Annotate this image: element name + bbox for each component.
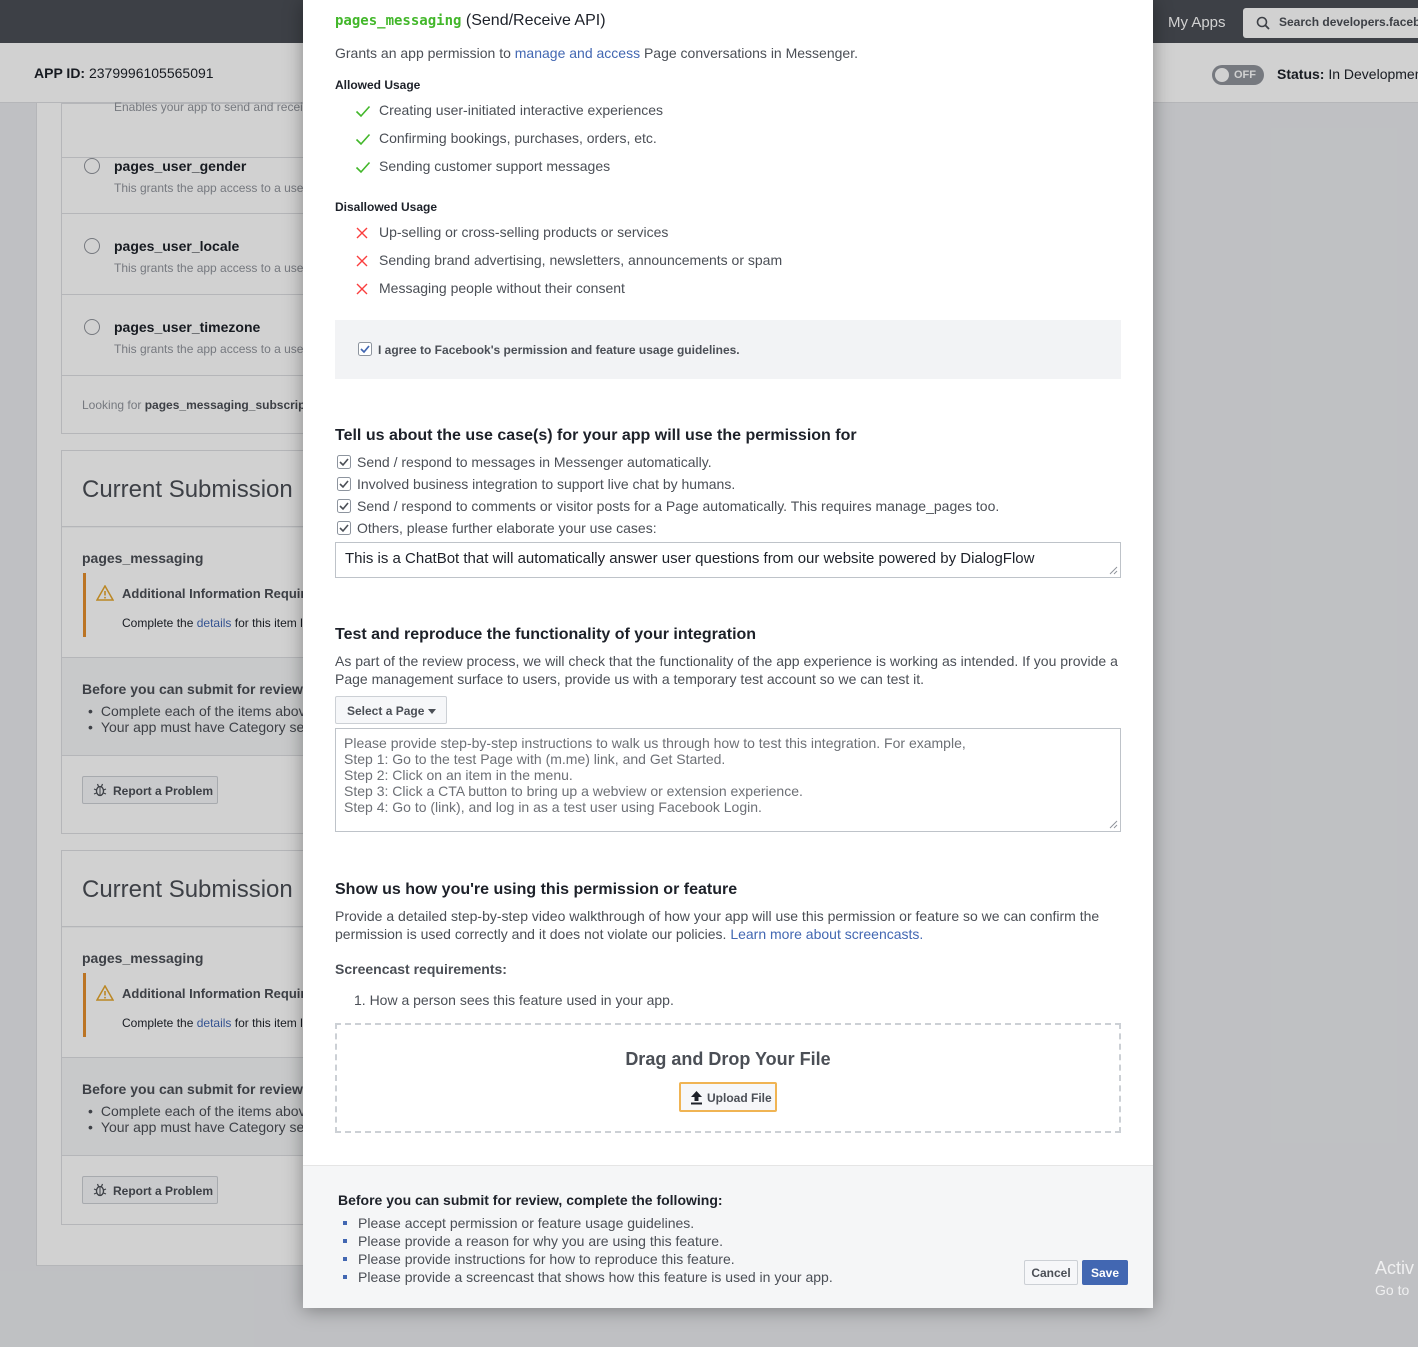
use-case-checkbox[interactable] bbox=[337, 499, 351, 513]
agree-label: I agree to Facebook's permission and fea… bbox=[378, 343, 740, 357]
use-case-checkbox[interactable] bbox=[337, 521, 351, 535]
permission-review-dialog: pages_messaging (Send/Receive API) Grant… bbox=[303, 0, 1153, 1308]
check-icon bbox=[355, 105, 371, 118]
resize-handle-icon[interactable] bbox=[1109, 566, 1118, 575]
upload-icon bbox=[691, 1091, 702, 1105]
screencast-requirements-label: Screencast requirements: bbox=[335, 961, 507, 977]
list-item: Please accept permission or feature usag… bbox=[343, 1214, 833, 1232]
check-icon bbox=[355, 161, 371, 174]
file-drop-zone[interactable]: Drag and Drop Your File Upload File bbox=[335, 1023, 1121, 1133]
cancel-button[interactable]: Cancel bbox=[1024, 1260, 1078, 1285]
disallowed-usage-label: Disallowed Usage bbox=[335, 200, 438, 214]
test-instructions-textarea[interactable]: Please provide step-by-step instructions… bbox=[335, 728, 1121, 832]
windows-activation-watermark: Activ Go to bbox=[1375, 1258, 1415, 1298]
cross-icon bbox=[356, 283, 368, 295]
screencast-description: Provide a detailed step-by-step video wa… bbox=[335, 908, 1100, 942]
drop-zone-title: Drag and Drop Your File bbox=[625, 1049, 831, 1069]
permission-title: pages_messaging (Send/Receive API) bbox=[335, 12, 606, 29]
check-icon bbox=[355, 133, 371, 146]
cross-icon bbox=[356, 255, 368, 267]
resize-handle-icon[interactable] bbox=[1109, 820, 1118, 829]
agree-guidelines-box: I agree to Facebook's permission and fea… bbox=[335, 320, 1121, 379]
upload-file-button[interactable]: Upload File bbox=[679, 1082, 777, 1112]
test-description: As part of the review process, we will c… bbox=[335, 653, 1118, 687]
test-heading: Test and reproduce the functionality of … bbox=[335, 626, 757, 643]
use-case-checkbox[interactable] bbox=[337, 477, 351, 491]
learn-screencasts-link[interactable]: Learn more about screencasts. bbox=[730, 926, 923, 942]
select-page-dropdown[interactable]: Select a Page bbox=[335, 696, 447, 724]
list-item: Please provide a screencast that shows h… bbox=[343, 1268, 833, 1286]
save-button[interactable]: Save bbox=[1082, 1260, 1128, 1285]
use-case-checkbox[interactable] bbox=[337, 455, 351, 469]
other-use-case-textarea[interactable]: This is a ChatBot that will automaticall… bbox=[335, 542, 1121, 578]
allowed-usage-label: Allowed Usage bbox=[335, 78, 421, 92]
manage-access-link[interactable]: manage and access bbox=[515, 45, 640, 61]
permission-description: Grants an app permission to manage and a… bbox=[335, 45, 858, 61]
dialog-footer: Before you can submit for review, comple… bbox=[303, 1165, 1153, 1308]
requirements-list: Please accept permission or feature usag… bbox=[343, 1214, 833, 1286]
requirements-heading: Before you can submit for review, comple… bbox=[338, 1192, 723, 1208]
screencast-heading: Show us how you're using this permission… bbox=[335, 881, 738, 898]
cross-icon bbox=[356, 227, 368, 239]
chevron-down-icon bbox=[428, 709, 436, 714]
screencast-requirement-item: 1. How a person sees this feature used i… bbox=[354, 992, 674, 1008]
agree-checkbox[interactable] bbox=[358, 342, 372, 356]
list-item: Please provide instructions for how to r… bbox=[343, 1250, 833, 1268]
list-item: Please provide a reason for why you are … bbox=[343, 1232, 833, 1250]
use-case-heading: Tell us about the use case(s) for your a… bbox=[335, 427, 857, 444]
